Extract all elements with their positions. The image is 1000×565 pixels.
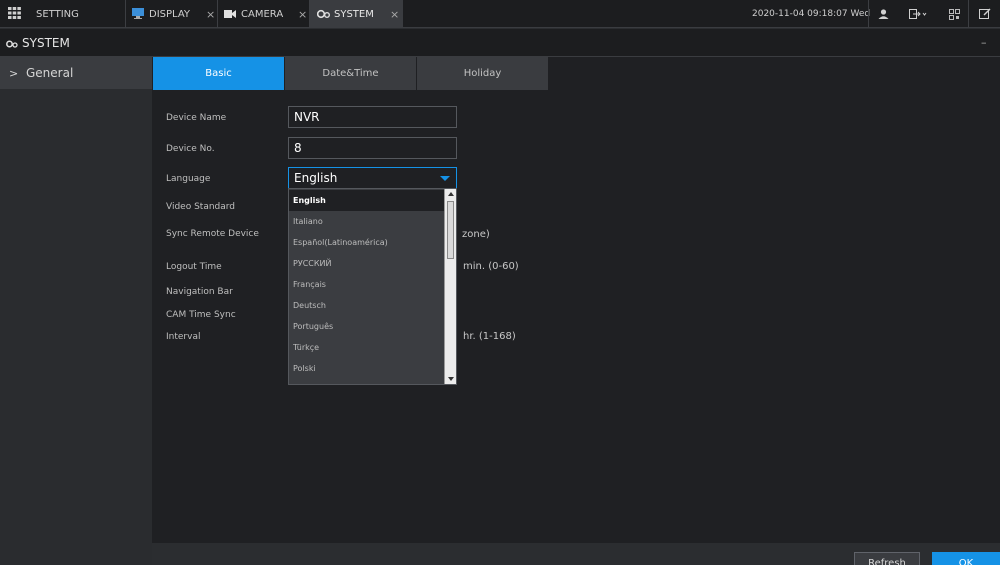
logout-time-label: Logout Time [166, 262, 222, 272]
tab-system[interactable]: SYSTEM × [309, 0, 403, 28]
sync-remote-device-hint: zone) [462, 229, 490, 240]
language-option-turkce[interactable]: Türkçe [289, 337, 445, 358]
tab-holiday[interactable]: Holiday [417, 57, 549, 90]
interval-label: Interval [166, 332, 201, 342]
edit-button[interactable] [968, 0, 1000, 28]
language-option-deutsch[interactable]: Deutsch [289, 295, 445, 316]
device-no-label: Device No. [166, 144, 215, 154]
cam-time-sync-label: CAM Time Sync [166, 310, 236, 320]
gears-icon [317, 9, 330, 19]
language-option-portugues[interactable]: Português [289, 316, 445, 337]
settings-panel: Basic Date&Time Holiday Device Name NVR … [152, 57, 1000, 543]
close-icon[interactable]: × [298, 8, 307, 21]
device-no-value: 8 [294, 141, 302, 155]
sidebar: > General [0, 57, 152, 565]
top-bar: SETTING DISPLAY × CAMERA × SYSTEM × 2020… [0, 0, 1000, 28]
tab-system-label: SYSTEM [334, 8, 374, 20]
language-select[interactable]: English [288, 167, 457, 189]
interval-unit: hr. (1-168) [463, 331, 516, 342]
page-title: SYSTEM [22, 35, 70, 50]
language-option-espanol[interactable]: Español(Latinoamérica) [289, 232, 445, 253]
user-button[interactable] [868, 0, 898, 28]
language-option-francais[interactable]: Français [289, 274, 445, 295]
qr-code-icon [948, 8, 960, 20]
language-label: Language [166, 174, 211, 184]
user-icon [878, 9, 889, 19]
footer-bar: Refresh OK [152, 543, 1000, 565]
tab-camera-label: CAMERA [241, 8, 284, 20]
close-icon[interactable]: × [390, 8, 399, 21]
video-standard-label: Video Standard [166, 202, 236, 212]
device-no-input[interactable]: 8 [288, 137, 457, 159]
scroll-down-icon[interactable] [448, 377, 454, 381]
language-option-russian[interactable]: РУССКИЙ [289, 253, 445, 274]
tab-basic[interactable]: Basic [153, 57, 285, 90]
close-icon[interactable]: × [206, 8, 215, 21]
tab-display[interactable]: DISPLAY × [125, 0, 217, 28]
language-value: English [294, 171, 338, 185]
tab-display-label: DISPLAY [149, 8, 191, 20]
ok-button[interactable]: OK [932, 552, 1000, 565]
device-name-input[interactable]: NVR [288, 106, 457, 128]
minimize-button[interactable]: – [981, 36, 987, 49]
language-dropdown-list[interactable]: English Italiano Español(Latinoamérica) … [288, 188, 457, 385]
datetime-display: 2020-11-04 09:18:07 Wed [752, 9, 871, 19]
setting-menu[interactable]: SETTING [0, 0, 120, 28]
logout-icon [909, 9, 927, 19]
language-option-polski[interactable]: Polski [289, 358, 445, 379]
navigation-bar-label: Navigation Bar [166, 287, 233, 297]
scrollbar-thumb[interactable] [447, 201, 454, 259]
sidebar-item-general[interactable]: > General [0, 57, 152, 89]
logout-time-unit: min. (0-60) [463, 261, 519, 272]
language-option-english[interactable]: English [289, 190, 445, 211]
tab-date-time[interactable]: Date&Time [285, 57, 417, 90]
logout-button[interactable] [898, 0, 938, 28]
scroll-up-icon[interactable] [448, 192, 454, 196]
device-name-label: Device Name [166, 113, 227, 123]
language-option-italiano[interactable]: Italiano [289, 211, 445, 232]
dropdown-arrow-icon [440, 176, 450, 181]
camera-icon [224, 10, 236, 18]
dropdown-scrollbar[interactable] [444, 189, 456, 384]
grid-menu-icon [8, 7, 21, 19]
refresh-button[interactable]: Refresh [854, 552, 920, 565]
setting-label: SETTING [36, 8, 79, 20]
tab-camera[interactable]: CAMERA × [217, 0, 309, 28]
gears-icon [6, 40, 18, 48]
monitor-icon [132, 8, 144, 19]
device-name-value: NVR [294, 110, 320, 124]
page-header: SYSTEM – [0, 29, 1000, 57]
sync-remote-device-label: Sync Remote Device [166, 229, 259, 239]
qr-code-button[interactable] [940, 0, 968, 28]
sidebar-item-label: General [26, 66, 74, 80]
chevron-right-icon: > [9, 66, 19, 80]
edit-icon [978, 8, 990, 19]
